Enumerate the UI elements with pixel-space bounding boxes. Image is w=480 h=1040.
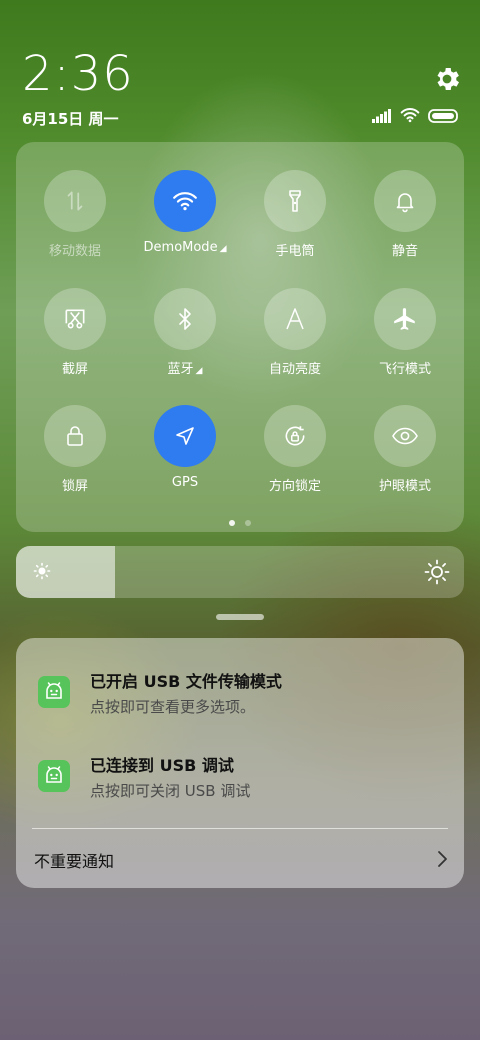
screenshot-icon: [44, 288, 106, 350]
notification-subtitle: 点按即可查看更多选项。: [90, 698, 256, 716]
location-arrow-icon: [154, 405, 216, 467]
wifi-icon: [154, 170, 216, 232]
page-indicator: [16, 520, 464, 526]
clock-time: 2:36: [22, 46, 134, 102]
tile-label: 锁屏: [61, 479, 88, 494]
tile-auto-brightness[interactable]: 自动亮度: [240, 288, 350, 377]
tile-lock-screen[interactable]: 锁屏: [20, 405, 130, 494]
drag-handle[interactable]: [216, 614, 264, 620]
mobile-data-icon: [44, 170, 106, 232]
tile-label: 手电筒: [275, 244, 315, 259]
tile-flashlight[interactable]: 手电筒: [240, 170, 350, 259]
tile-label: 护眼模式: [378, 479, 431, 494]
status-icons: [372, 108, 460, 126]
tile-rotation-lock[interactable]: 方向锁定: [240, 405, 350, 494]
page-dot-active[interactable]: [229, 520, 235, 526]
tile-gps[interactable]: GPS: [130, 405, 240, 490]
brightness-fill: [16, 546, 115, 598]
page-dot[interactable]: [245, 520, 251, 526]
expand-indicator-icon: ◢: [195, 366, 203, 376]
tile-label: 方向锁定: [268, 479, 321, 494]
auto-brightness-icon: [264, 288, 326, 350]
tile-label: 静音: [391, 244, 418, 259]
signal-icon: [372, 108, 392, 127]
tile-airplane-mode[interactable]: 飞行模式: [350, 288, 460, 377]
tile-label: 截屏: [61, 362, 88, 377]
notification-title: 已连接到 USB 调试: [90, 756, 234, 775]
tile-eye-comfort[interactable]: 护眼模式: [350, 405, 460, 494]
brightness-high-icon: [424, 559, 450, 589]
notification-title: 已开启 USB 文件传输模式: [90, 672, 282, 691]
divider: [32, 828, 448, 829]
expand-indicator-icon: ◢: [219, 244, 227, 254]
eye-icon: [374, 405, 436, 467]
tile-silent[interactable]: 静音: [350, 170, 460, 259]
unimportant-notifications-label[interactable]: 不重要通知: [34, 848, 114, 872]
notification-panel: 已开启 USB 文件传输模式 点按即可查看更多选项。 已连接到 USB 调试 点…: [16, 638, 464, 888]
battery-icon: [428, 108, 460, 127]
tile-screenshot[interactable]: 截屏: [20, 288, 130, 377]
tile-label: 移动数据: [48, 244, 101, 259]
notification-item[interactable]: 已开启 USB 文件传输模式 点按即可查看更多选项。: [38, 668, 444, 728]
android-icon: [38, 760, 70, 792]
android-icon: [38, 676, 70, 708]
tile-mobile-data[interactable]: 移动数据: [20, 170, 130, 259]
rotation-lock-icon: [264, 405, 326, 467]
tile-bluetooth[interactable]: 蓝牙 ◢: [130, 288, 240, 377]
airplane-icon: [374, 288, 436, 350]
notification-subtitle: 点按即可关闭 USB 调试: [90, 782, 251, 800]
flashlight-icon: [264, 170, 326, 232]
tile-label: 自动亮度: [268, 362, 321, 377]
notification-item[interactable]: 已连接到 USB 调试 点按即可关闭 USB 调试: [38, 752, 444, 812]
wifi-icon: [400, 107, 420, 127]
chevron-right-icon[interactable]: [436, 850, 448, 872]
bell-icon: [374, 170, 436, 232]
lock-icon: [44, 405, 106, 467]
gear-icon[interactable]: [432, 64, 462, 94]
quick-settings-panel: 移动数据 DemoMode ◢ 手电筒 静音 截屏 蓝牙 ◢ 自动亮度 飞行模式…: [16, 142, 464, 532]
brightness-slider[interactable]: [16, 546, 464, 598]
bluetooth-icon: [154, 288, 216, 350]
tile-label: GPS: [171, 475, 199, 490]
date-label: 6月15日 周一: [22, 110, 119, 128]
brightness-low-icon: [32, 561, 52, 585]
tile-label: 蓝牙 ◢: [167, 362, 203, 377]
tile-label: DemoMode ◢: [143, 240, 227, 255]
tile-wifi-demomode[interactable]: DemoMode ◢: [130, 170, 240, 255]
tile-label: 飞行模式: [378, 362, 431, 377]
